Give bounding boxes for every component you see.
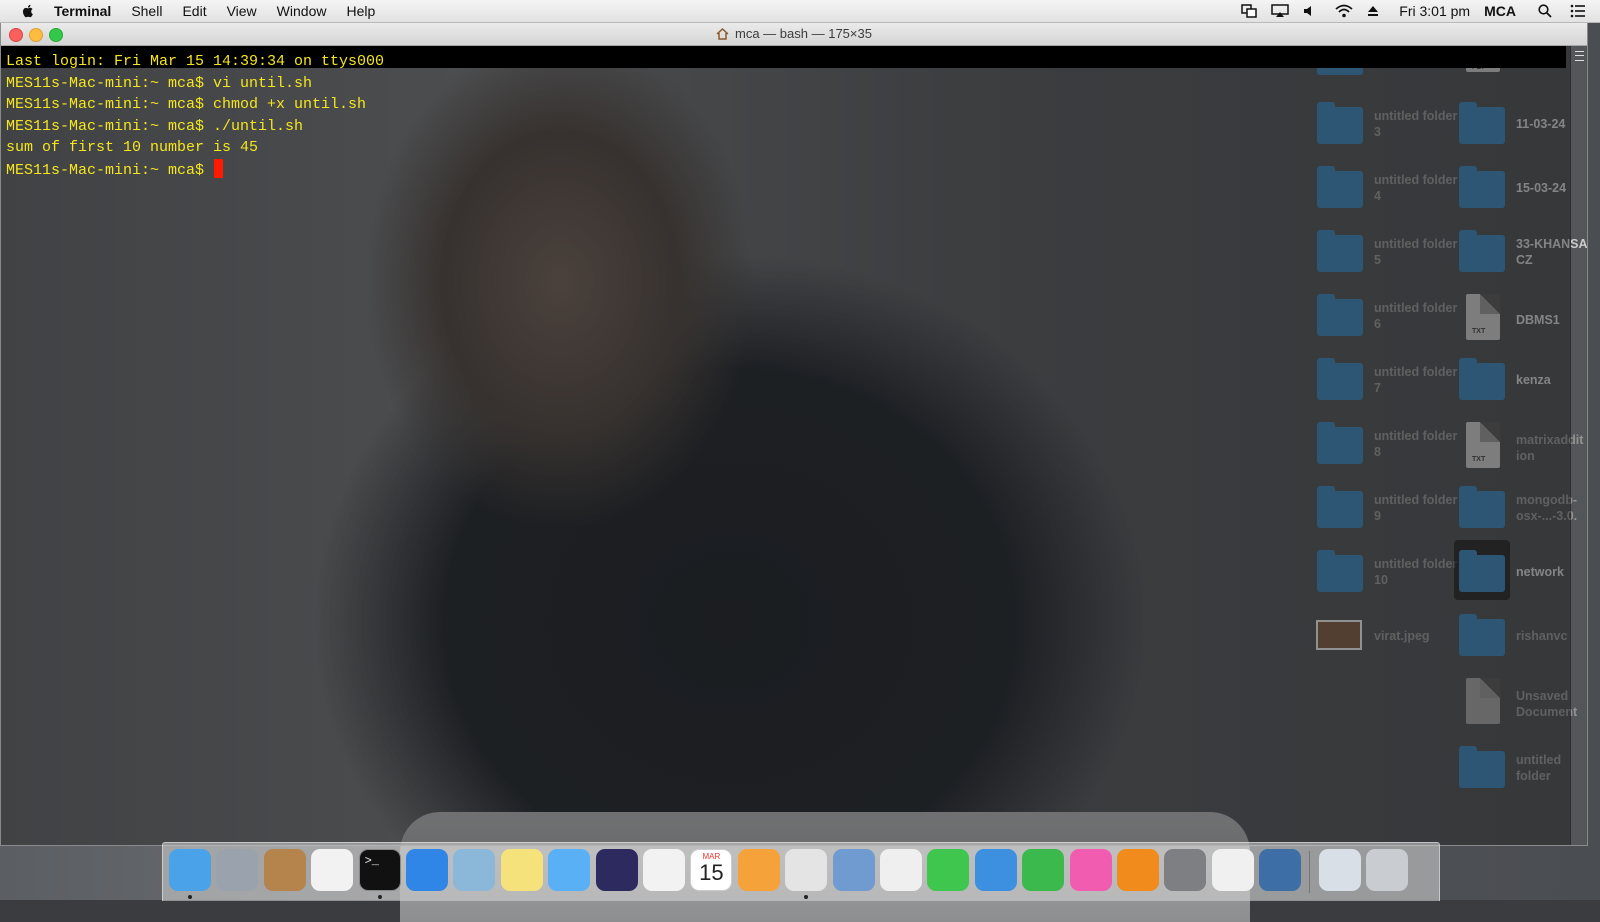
terminal-line: MES11s-Mac-mini:~ mca$ ./until.sh xyxy=(6,117,304,135)
menubar-clock[interactable]: Fri 3:01 pm xyxy=(1399,3,1470,19)
screen-mirroring-icon[interactable] xyxy=(1241,4,1258,18)
dock-photos-icon[interactable] xyxy=(643,849,685,891)
dock-contacts-icon[interactable] xyxy=(263,849,306,891)
status-area: Fri 3:01 pm MCA xyxy=(1227,0,1600,22)
dock-notes-icon[interactable] xyxy=(500,849,543,891)
terminal-window[interactable]: mca — bash — 175×35 Last login: Fri Mar … xyxy=(0,22,1588,846)
menu-shell[interactable]: Shell xyxy=(131,3,162,19)
dock-terminal-icon[interactable]: >_ xyxy=(358,849,401,891)
dock-textedit-icon[interactable] xyxy=(880,849,922,891)
dock-script-editor-icon[interactable] xyxy=(1211,849,1254,891)
menu-bar: Terminal Shell Edit View Window Help Fri… xyxy=(0,0,1600,23)
dock-rocket-icon[interactable] xyxy=(216,849,259,891)
dock-preview-icon[interactable] xyxy=(453,849,496,891)
window-titlebar[interactable]: mca — bash — 175×35 xyxy=(1,23,1587,46)
dock-gear-icon[interactable] xyxy=(1164,849,1207,891)
terminal-line: MES11s-Mac-mini:~ mca$ chmod +x until.sh xyxy=(6,96,367,114)
dock-reminders-icon[interactable] xyxy=(311,849,354,891)
terminal-output: Last login: Fri Mar 15 14:39:34 on ttys0… xyxy=(6,51,384,181)
home-icon xyxy=(716,28,729,40)
dock-keynote-icon[interactable] xyxy=(974,849,1017,891)
dock-pages-icon[interactable] xyxy=(737,849,780,891)
dock-chrome-icon[interactable] xyxy=(785,849,828,891)
dock-calendar-icon[interactable]: MAR 15 xyxy=(690,849,733,891)
menu-edit[interactable]: Edit xyxy=(182,3,206,19)
dock-trash-icon[interactable] xyxy=(1366,849,1408,891)
spotlight-search-icon[interactable] xyxy=(1538,4,1552,18)
wifi-icon[interactable] xyxy=(1335,4,1353,18)
minimize-window-button[interactable] xyxy=(29,28,43,42)
dock-itunes-icon[interactable] xyxy=(1069,849,1112,891)
terminal-prompt-line[interactable]: MES11s-Mac-mini:~ mca$ xyxy=(6,158,384,181)
dock-eclipse-icon[interactable] xyxy=(595,849,638,891)
running-indicator xyxy=(377,895,382,899)
terminal-line: Last login: Fri Mar 15 14:39:34 on ttys0… xyxy=(6,53,385,70)
dock-eagle-icon[interactable] xyxy=(832,849,875,891)
window-title: mca — bash — 175×35 xyxy=(735,26,872,41)
running-indicator xyxy=(804,895,809,899)
volume-icon[interactable] xyxy=(1303,5,1315,17)
running-indicator xyxy=(188,895,192,899)
calendar-day: 15 xyxy=(699,860,724,885)
dock-ibooks-icon[interactable] xyxy=(1117,849,1159,891)
text-cursor xyxy=(214,158,224,178)
dock-finder-icon[interactable] xyxy=(169,849,211,891)
terminal-content[interactable]: Last login: Fri Mar 15 14:39:34 on ttys0… xyxy=(1,46,1571,845)
dock-facetime-icon[interactable] xyxy=(927,849,970,891)
menu-help[interactable]: Help xyxy=(346,3,375,19)
dock-python-icon[interactable] xyxy=(1259,849,1302,891)
menu-view[interactable]: View xyxy=(227,3,257,19)
zoom-window-button[interactable] xyxy=(49,28,63,42)
eject-icon[interactable] xyxy=(1367,5,1379,17)
dock-numbers-icon[interactable] xyxy=(1022,849,1065,891)
notification-center-icon[interactable] xyxy=(1570,4,1586,18)
close-window-button[interactable] xyxy=(9,28,23,42)
dock-safari-icon[interactable] xyxy=(406,849,448,891)
dock: >_ MAR 15 xyxy=(162,842,1440,901)
scrollbar[interactable] xyxy=(1570,46,1587,845)
dock-separator xyxy=(1308,851,1310,893)
menu-window[interactable]: Window xyxy=(277,3,327,19)
app-menu-terminal[interactable]: Terminal xyxy=(54,3,111,19)
terminal-line: MES11s-Mac-mini:~ mca$ vi until.sh xyxy=(6,74,313,92)
scroll-grip-icon[interactable] xyxy=(1575,51,1584,61)
terminal-line: sum of first 10 number is 45 xyxy=(6,139,259,157)
dock-downloads-icon[interactable] xyxy=(1318,849,1361,891)
apple-menu-icon[interactable] xyxy=(20,3,36,19)
airplay-icon[interactable] xyxy=(1271,4,1290,18)
terminal-prompt: MES11s-Mac-mini:~ mca$ xyxy=(6,161,214,179)
dock-messages-icon[interactable] xyxy=(548,849,591,891)
menubar-user[interactable]: MCA xyxy=(1484,3,1516,19)
